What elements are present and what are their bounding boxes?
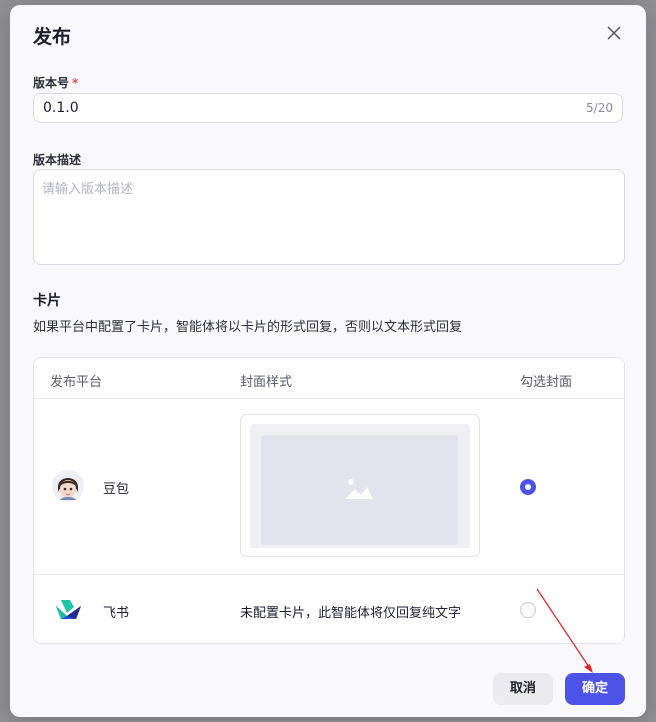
cover-frame (250, 424, 470, 548)
card-section-title: 卡片 (33, 293, 61, 309)
header-platform: 发布平台 (50, 375, 103, 390)
version-input[interactable]: 0.1.0 5/20 (33, 93, 623, 123)
doubao-avatar-icon (52, 470, 84, 502)
description-placeholder: 请输入版本描述 (42, 182, 134, 197)
platform-table: 发布平台 封面样式 勾选封面 豆包 飞书 未配置卡片，此智能体将仅回复纯文字 (33, 357, 625, 644)
row-divider (34, 574, 624, 575)
dialog-title: 发布 (33, 26, 72, 48)
no-card-message: 未配置卡片，此智能体将仅回复纯文字 (240, 606, 462, 621)
cover-radio-feishu[interactable] (520, 602, 536, 618)
confirm-button[interactable]: 确定 (565, 673, 625, 705)
version-char-counter: 5/20 (586, 101, 613, 115)
header-select-cover: 勾选封面 (520, 375, 573, 390)
description-label: 版本描述 (33, 153, 82, 167)
cover-radio-doubao[interactable] (520, 479, 536, 495)
card-section-desc: 如果平台中配置了卡片，智能体将以卡片的形式回复，否则以文本形式回复 (33, 320, 463, 335)
platform-name-feishu: 飞书 (103, 606, 130, 621)
cover-preview (261, 435, 458, 545)
publish-dialog: 发布 版本号 * 0.1.0 5/20 版本描述 请输入版本描述 卡片 如果平台中… (10, 5, 646, 717)
description-textarea[interactable]: 请输入版本描述 (33, 169, 625, 265)
image-placeholder-icon (345, 479, 373, 499)
platform-name-doubao: 豆包 (103, 482, 130, 497)
close-icon[interactable] (604, 23, 624, 43)
cover-style-card[interactable] (240, 414, 480, 557)
feishu-logo-icon (56, 600, 81, 619)
version-label: 版本号 * (33, 76, 79, 90)
header-divider (34, 398, 624, 399)
header-cover-style: 封面样式 (240, 375, 293, 390)
cancel-button[interactable]: 取消 (493, 673, 553, 705)
required-mark: * (72, 76, 79, 90)
version-value: 0.1.0 (43, 100, 79, 116)
